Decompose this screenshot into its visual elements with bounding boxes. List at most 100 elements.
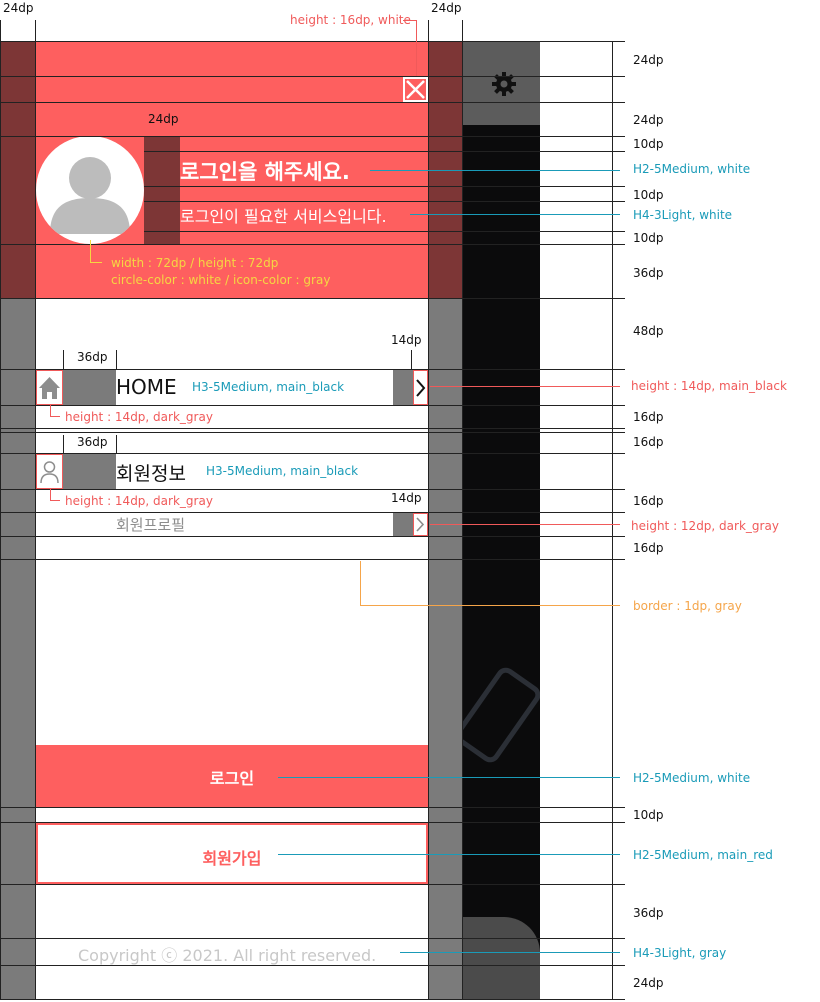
guide-vline xyxy=(116,435,117,453)
menu-item-profile-label: 회원프로필 xyxy=(116,516,186,534)
dim-right: 10dp xyxy=(633,137,664,151)
guide-line xyxy=(144,186,625,187)
annotation-close-height: height : 16dp, white xyxy=(290,13,411,27)
leader xyxy=(403,20,417,21)
login-button[interactable]: 로그인 xyxy=(36,745,428,807)
dim-right: 24dp xyxy=(633,976,664,990)
guide-vline xyxy=(116,350,117,369)
close-button[interactable] xyxy=(403,77,428,102)
dim-right: 10dp xyxy=(633,231,664,245)
annotation-subtitle-font: H4-3Light, white xyxy=(633,208,733,222)
user-icon xyxy=(40,461,59,484)
guide-line xyxy=(0,136,625,137)
leader xyxy=(50,500,60,501)
home-icon xyxy=(39,377,60,399)
dim-left-margin: 24dp xyxy=(3,1,34,15)
annotation-member-icon: height : 14dp, dark_gray xyxy=(65,494,213,508)
dim-right: 48dp xyxy=(633,324,664,338)
dim-right: 24dp xyxy=(633,53,664,67)
dark-panel-card xyxy=(463,917,540,1000)
leader xyxy=(410,214,620,215)
dim-right: 10dp xyxy=(633,188,664,202)
menu-item-member[interactable]: 회원정보 H3-5Medium, main_black xyxy=(36,454,428,489)
dim-avatar-gap: 24dp xyxy=(148,112,179,126)
dark-panel xyxy=(463,125,540,1000)
signup-button-label: 회원가입 xyxy=(202,849,262,868)
leader xyxy=(430,386,620,387)
guide-vline xyxy=(428,20,429,1000)
guide-line xyxy=(0,428,625,429)
annotation-avatar-size: width : 72dp / height : 72dp xyxy=(111,256,279,270)
avatar-text-gap-guide xyxy=(144,136,180,244)
guide-line xyxy=(0,41,625,42)
home-arrow-box xyxy=(413,370,428,405)
dim-right: 36dp xyxy=(633,906,664,920)
user-icon-gap-guide xyxy=(63,454,116,489)
dim-right: 16dp xyxy=(633,435,664,449)
close-icon xyxy=(406,80,425,99)
dark-panel-shape xyxy=(463,663,540,767)
guide-vline xyxy=(462,20,463,1000)
home-icon-box xyxy=(36,370,63,405)
settings-button[interactable] xyxy=(490,70,518,98)
guide-line xyxy=(0,102,625,103)
leader xyxy=(90,240,91,262)
guide-line xyxy=(144,201,625,202)
annotation-home-arrow: height : 14dp, main_black xyxy=(631,379,787,393)
guide-line xyxy=(0,244,625,245)
dim-home-spacing: 36dp xyxy=(77,350,108,364)
menu-item-member-label: 회원정보 xyxy=(116,463,186,485)
annotation-title-font: H2-5Medium, white xyxy=(633,162,751,176)
leader xyxy=(50,416,60,417)
guide-line xyxy=(0,938,625,939)
dim-right: 16dp xyxy=(633,541,664,555)
annotation-profile-arrow: height : 12dp, dark_gray xyxy=(631,519,779,533)
dim-right-margin: 24dp xyxy=(431,1,462,15)
header-left-margin-guide xyxy=(0,41,36,298)
guide-vline xyxy=(612,41,613,1000)
guide-line xyxy=(0,999,625,1000)
guide-line xyxy=(0,298,625,299)
guide-vline xyxy=(411,350,412,369)
leader xyxy=(430,524,620,525)
header-title: 로그인을 해주세요. xyxy=(180,160,350,184)
profile-arrow-box xyxy=(413,513,428,536)
leader xyxy=(90,262,102,263)
copyright-text: Copyright ⓒ 2021. All right reserved. xyxy=(78,946,377,965)
guide-line xyxy=(144,151,625,152)
dim-right: 16dp xyxy=(633,494,664,508)
chevron-right-icon xyxy=(416,379,426,397)
guide-line xyxy=(0,965,625,966)
home-arrow-gap-guide xyxy=(393,370,413,405)
dim-right: 16dp xyxy=(633,410,664,424)
leader xyxy=(278,777,620,778)
guide-line xyxy=(144,231,625,232)
gear-icon xyxy=(492,72,516,96)
menu-item-profile[interactable]: 회원프로필 xyxy=(36,513,428,536)
user-avatar-icon xyxy=(50,157,130,234)
dim-profile-arrow: 14dp xyxy=(391,491,422,505)
dim-right: 36dp xyxy=(633,266,664,280)
dim-member-spacing: 36dp xyxy=(77,435,108,449)
left-margin-guide xyxy=(0,298,36,1000)
guide-line xyxy=(0,536,625,537)
guide-line xyxy=(0,559,625,560)
guide-line xyxy=(0,489,625,490)
home-icon-gap-guide xyxy=(63,370,116,405)
guide-vline xyxy=(63,435,64,453)
avatar xyxy=(36,136,144,244)
menu-item-home[interactable]: HOME H3-5Medium, main_black xyxy=(36,370,428,405)
user-icon-box xyxy=(36,454,63,489)
dim-right: 24dp xyxy=(633,113,664,127)
guide-line xyxy=(0,884,625,885)
annotation-copyright-font: H4-3Light, gray xyxy=(633,946,727,960)
leader xyxy=(278,854,620,855)
chevron-right-icon xyxy=(416,517,425,532)
guide-line xyxy=(0,807,625,808)
leader xyxy=(360,605,620,606)
menu-item-home-label: HOME xyxy=(116,375,177,399)
dim-home-arrow: 14dp xyxy=(391,333,422,347)
guide-line xyxy=(0,405,625,406)
guide-vline xyxy=(0,20,1,1000)
leader xyxy=(416,20,417,76)
